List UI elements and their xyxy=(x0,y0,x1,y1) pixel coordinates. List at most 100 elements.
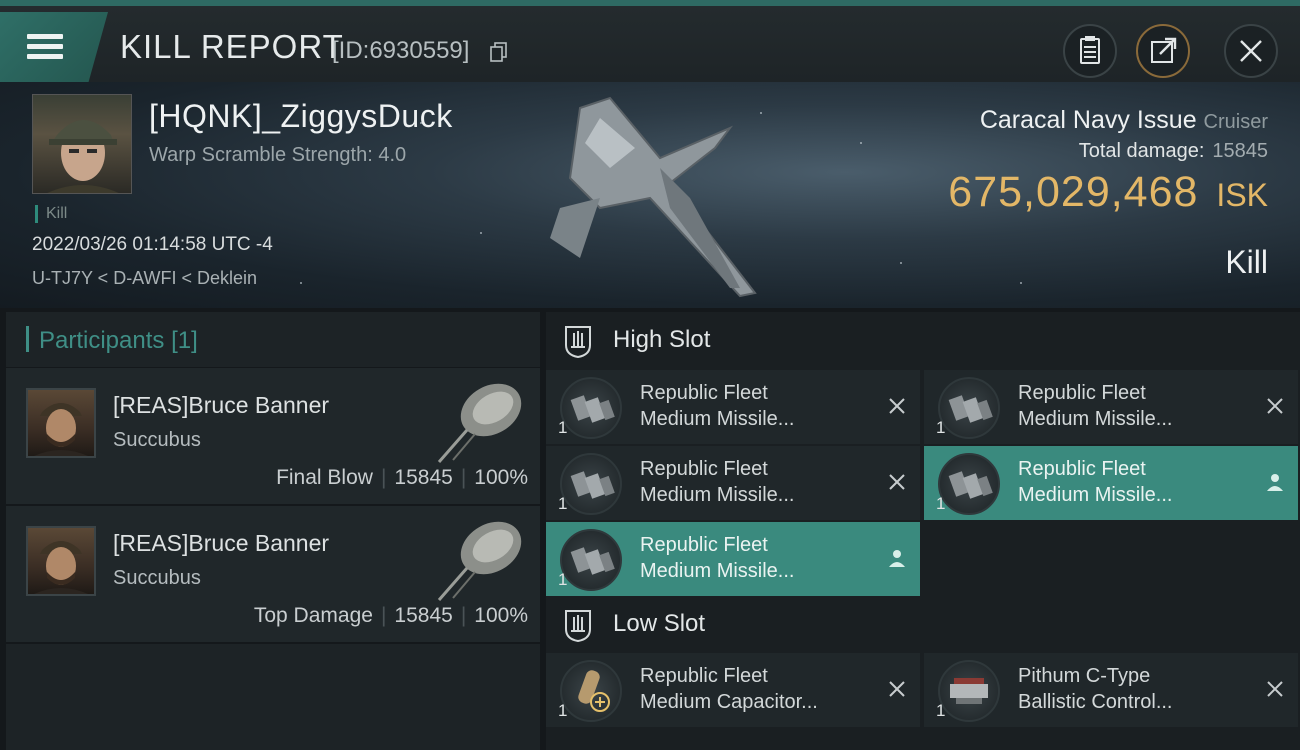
ship-class: Cruiser xyxy=(1203,111,1268,133)
clipboard-button[interactable] xyxy=(1063,24,1117,78)
destroyed-icon xyxy=(889,681,905,697)
participant-damage: 15845 xyxy=(394,604,453,627)
participants-title: Participants xyxy=(39,327,165,354)
ballistic-control-icon xyxy=(938,660,1000,722)
hamburger-icon xyxy=(27,34,63,60)
participant-name[interactable]: [REAS]Bruce Banner xyxy=(113,392,329,419)
destroyed-icon xyxy=(1267,681,1283,697)
high-slot-icon xyxy=(565,326,591,359)
destroyed-icon xyxy=(889,474,905,490)
participant-name[interactable]: [REAS]Bruce Banner xyxy=(113,530,329,557)
module-name-line1: Republic Fleet xyxy=(640,382,768,404)
participant-role: Final Blow xyxy=(276,466,373,489)
module-quantity: 1 xyxy=(936,418,946,437)
participant-stats: Top Damage | 15845 | 100% xyxy=(253,604,528,627)
module-name-line1: Republic Fleet xyxy=(640,665,768,687)
participant-stats: Final Blow | 15845 | 100% xyxy=(276,466,528,489)
module-name-line2: Ballistic Control... xyxy=(1018,691,1173,713)
module-name-line1: Pithum C-Type xyxy=(1018,665,1151,687)
dropped-person-icon xyxy=(1267,474,1283,491)
low-slot-title: Low Slot xyxy=(613,610,706,637)
share-button[interactable] xyxy=(1136,24,1190,78)
participants-panel: Participants [1] [REAS]Bruce Banner Succ… xyxy=(6,312,540,750)
copy-icon[interactable] xyxy=(490,42,508,62)
module-quantity: 1 xyxy=(936,494,946,513)
kill-id: [ID:6930559] xyxy=(332,37,470,64)
isk-value: 675,029,468 ISK xyxy=(948,168,1268,217)
window-title: KILL REPORT xyxy=(120,28,344,65)
missile-launcher-icon xyxy=(938,453,1000,515)
participant-ship-image[interactable] xyxy=(431,510,526,605)
kill-summary-panel: [HQNK]_ZiggysDuck Warp Scramble Strength… xyxy=(0,82,1300,308)
participant-avatar[interactable] xyxy=(26,388,96,458)
module-quantity: 1 xyxy=(558,570,568,589)
participant-row[interactable]: [REAS]Bruce Banner Succubus Final Blow | 1… xyxy=(6,368,540,506)
participant-ship[interactable]: Succubus xyxy=(113,567,201,590)
missile-launcher-icon xyxy=(938,377,1000,439)
module-name-line2: Medium Capacitor... xyxy=(640,691,818,713)
victim-ship-name[interactable]: Caracal Navy Issue Cruiser xyxy=(980,106,1268,135)
capacitor-icon xyxy=(560,660,622,722)
menu-button[interactable] xyxy=(0,12,108,82)
participant-avatar[interactable] xyxy=(26,526,96,596)
kill-datetime: 2022/03/26 01:14:58 UTC -4 xyxy=(32,234,273,255)
module-item[interactable]: 1 Republic Fleet Medium Missile... xyxy=(546,522,920,596)
clipboard-icon xyxy=(1080,36,1100,64)
destroyed-icon xyxy=(889,398,905,414)
participant-percent: 100% xyxy=(474,466,528,489)
module-name-line2: Medium Missile... xyxy=(1018,408,1173,430)
module-item[interactable]: 1 Republic Fleet Medium Capacitor... xyxy=(546,653,920,727)
close-icon xyxy=(1240,40,1262,62)
module-item[interactable]: 1 Republic Fleet Medium Missile... xyxy=(924,370,1298,444)
total-damage-value: 15845 xyxy=(1212,140,1268,162)
high-slot-header: High Slot xyxy=(546,312,1300,370)
participant-role: Top Damage xyxy=(253,604,373,627)
report-kind: Kill xyxy=(1225,244,1268,280)
high-slot-title: High Slot xyxy=(613,326,711,353)
victim-avatar[interactable] xyxy=(32,94,132,194)
participant-row[interactable]: [REAS]Bruce Banner Succubus Top Damage | 1… xyxy=(6,506,540,644)
module-name-line1: Republic Fleet xyxy=(1018,458,1146,480)
total-damage: Total damage: 15845 xyxy=(1079,140,1268,163)
warp-scramble-strength: Warp Scramble Strength: 4.0 xyxy=(149,144,407,166)
participant-ship[interactable]: Succubus xyxy=(113,429,201,452)
module-quantity: 1 xyxy=(558,494,568,513)
low-slot-icon xyxy=(565,610,591,643)
module-item[interactable]: 1 Republic Fleet Medium Missile... xyxy=(924,446,1298,520)
victim-ship-image[interactable] xyxy=(540,88,780,303)
missile-launcher-icon xyxy=(560,377,622,439)
missile-launcher-icon xyxy=(560,529,622,591)
module-name-line2: Medium Missile... xyxy=(640,484,795,506)
isk-unit: ISK xyxy=(1216,177,1268,213)
total-damage-label: Total damage: xyxy=(1078,140,1205,162)
module-item[interactable]: 1 Republic Fleet Medium Missile... xyxy=(546,370,920,444)
module-quantity: 1 xyxy=(558,701,568,720)
participants-header: Participants [1] xyxy=(6,312,540,368)
module-quantity: 1 xyxy=(558,418,568,437)
kill-tag: Kill xyxy=(35,205,67,223)
victim-name[interactable]: [HQNK]_ZiggysDuck xyxy=(149,98,453,135)
module-name-line2: Medium Missile... xyxy=(1018,484,1173,506)
kill-location[interactable]: U-TJ7Y < D-AWFI < Deklein xyxy=(32,268,257,289)
share-icon xyxy=(1151,37,1177,63)
module-name-line1: Republic Fleet xyxy=(1018,382,1146,404)
missile-launcher-icon xyxy=(560,453,622,515)
low-slot-header: Low Slot xyxy=(546,596,1300,654)
participant-percent: 100% xyxy=(474,604,528,627)
dropped-person-icon xyxy=(889,550,905,567)
module-name-line1: Republic Fleet xyxy=(640,458,768,480)
fittings-panel: High Slot 1 Republic Fleet Medium Missil… xyxy=(546,312,1300,750)
destroyed-icon xyxy=(1267,398,1283,414)
module-name-line1: Republic Fleet xyxy=(640,534,768,556)
module-item[interactable]: 1 Republic Fleet Medium Missile... xyxy=(546,446,920,520)
module-quantity: 1 xyxy=(936,701,946,720)
ship-name-text: Caracal Navy Issue xyxy=(979,106,1197,134)
isk-amount: 675,029,468 xyxy=(948,168,1199,216)
close-button[interactable] xyxy=(1224,24,1278,78)
title-bar: KILL REPORT [ID:6930559] xyxy=(0,0,1300,82)
participant-damage: 15845 xyxy=(394,466,453,489)
module-name-line2: Medium Missile... xyxy=(640,408,795,430)
participant-ship-image[interactable] xyxy=(431,372,526,467)
participants-count: [1] xyxy=(171,327,198,354)
module-item[interactable]: 1 Pithum C-Type Ballistic Control... xyxy=(924,653,1298,727)
